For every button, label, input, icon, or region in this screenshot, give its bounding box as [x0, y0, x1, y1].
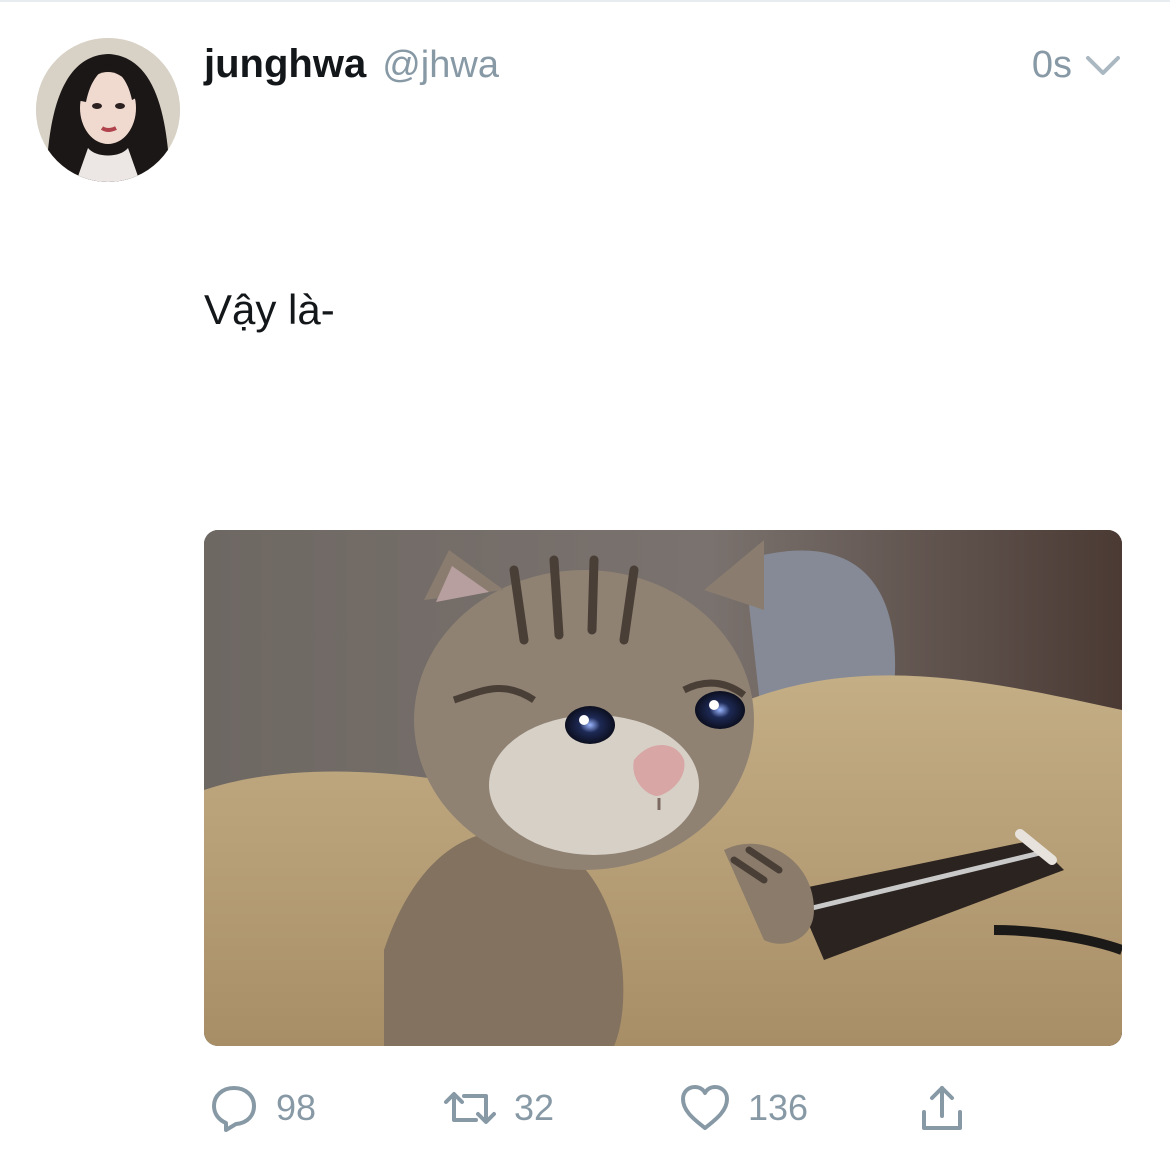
reply-count: 98	[276, 1087, 317, 1128]
reply-button[interactable]: 98	[208, 1082, 316, 1134]
like-button[interactable]: 136	[678, 1082, 808, 1134]
like-count: 136	[748, 1087, 809, 1128]
retweet-count: 32	[514, 1087, 555, 1128]
avatar[interactable]	[36, 38, 180, 182]
tweet-media[interactable]	[204, 530, 1122, 1046]
retweet-button[interactable]: 32	[442, 1082, 554, 1134]
tweet-header: junghwa @jhwa	[204, 42, 499, 87]
reply-icon	[212, 1086, 256, 1132]
timestamp[interactable]: 0s	[1032, 44, 1072, 87]
heart-icon	[681, 1085, 729, 1130]
display-name[interactable]: junghwa	[204, 42, 366, 87]
share-icon	[922, 1086, 962, 1130]
chevron-down-icon[interactable]	[1084, 50, 1122, 80]
retweet-icon	[444, 1092, 496, 1124]
share-button[interactable]	[916, 1082, 968, 1134]
tweet-text: Vậy là-	[204, 286, 335, 333]
tweet-card[interactable]: junghwa @jhwa 0s Vậy là- 98 32 136	[0, 0, 1170, 1162]
tweet-actions: 98 32 136	[204, 1082, 1122, 1138]
profile-photo-icon	[36, 38, 180, 182]
user-handle[interactable]: @jhwa	[382, 44, 499, 87]
crying-cat-photo-icon	[204, 530, 1122, 1046]
